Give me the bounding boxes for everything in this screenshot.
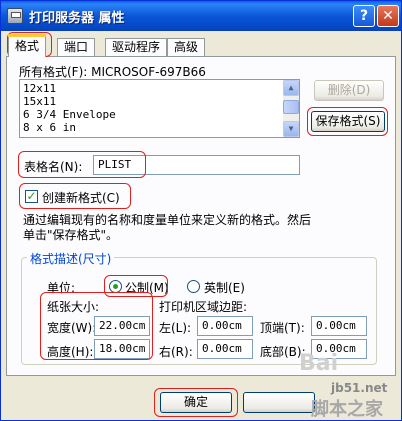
formats-list[interactable]: 12x11 15x11 6 3/4 Envelope 8 x 6 in ▲ ▼ xyxy=(19,79,300,138)
save-format-button[interactable]: 保存格式(S) xyxy=(311,111,385,132)
create-format-label[interactable]: 创建新格式(C) xyxy=(42,189,120,206)
list-item[interactable]: 6 3/4 Envelope xyxy=(23,108,116,121)
print-server-properties-dialog: 打印服务器 属性 ? ✕ 格式 端口 驱动程序 高级 所有格式(F): MICR… xyxy=(0,0,402,421)
help-button[interactable]: ? xyxy=(353,5,375,27)
tab-ports[interactable]: 端口 xyxy=(57,38,96,57)
tab-drivers[interactable]: 驱动程序 xyxy=(105,38,168,57)
baidu-watermark: Bai xyxy=(299,351,339,376)
list-item[interactable]: 8 x 6 in xyxy=(23,121,76,134)
right-margin-input[interactable]: 0.00cm xyxy=(197,339,253,359)
tab-formats[interactable]: 格式 xyxy=(7,34,47,57)
ok-button[interactable]: 确定 xyxy=(160,392,232,413)
metric-label[interactable]: 公制(M) xyxy=(125,279,169,296)
top-margin-label: 顶端(T): xyxy=(260,321,305,335)
delete-button[interactable]: 删除(D) xyxy=(314,80,384,101)
title-bar[interactable]: 打印服务器 属性 ? ✕ xyxy=(1,1,401,31)
height-input[interactable]: 18.00cm xyxy=(94,339,150,359)
form-name-input[interactable]: PLIST xyxy=(93,155,300,175)
metric-radio[interactable] xyxy=(109,280,122,293)
top-margin-input[interactable]: 0.00cm xyxy=(311,316,367,336)
all-formats-label: 所有格式(F): MICROSOF-697B66 xyxy=(19,65,206,79)
list-scrollbar[interactable]: ▲ ▼ xyxy=(283,80,299,137)
scroll-down-icon[interactable]: ▼ xyxy=(283,121,299,137)
format-description-title: 格式描述(尺寸) xyxy=(27,250,115,267)
close-button[interactable]: ✕ xyxy=(377,5,399,27)
window-title: 打印服务器 属性 xyxy=(29,11,125,26)
height-label: 高度(H): xyxy=(47,345,94,359)
printer-icon xyxy=(7,8,23,24)
site-watermark: jb51.net xyxy=(331,381,388,395)
paper-size-label: 纸张大小: xyxy=(47,300,100,314)
width-label: 宽度(W): xyxy=(47,321,97,335)
tab-advanced[interactable]: 高级 xyxy=(167,38,206,57)
form-name-label: 表格名(N): xyxy=(24,160,83,174)
left-margin-input[interactable]: 0.00cm xyxy=(197,316,253,336)
right-margin-label: 右(R): xyxy=(159,345,193,359)
scroll-thumb[interactable] xyxy=(283,100,299,114)
imperial-radio[interactable] xyxy=(187,280,200,293)
hint-text: 通过编辑现有的名称和度量单位来定义新的格式。然后单击"保存格式"。 xyxy=(23,213,312,242)
create-format-checkbox[interactable]: ✓ xyxy=(25,190,38,203)
brand-watermark: 脚本之家 xyxy=(311,399,383,420)
margins-label: 打印机区域边距: xyxy=(159,300,248,314)
left-margin-label: 左(L): xyxy=(159,321,192,335)
imperial-label[interactable]: 英制(E) xyxy=(204,279,245,296)
list-item[interactable]: 15x11 xyxy=(23,95,56,108)
cancel-button[interactable] xyxy=(243,392,315,413)
scroll-up-icon[interactable]: ▲ xyxy=(283,80,299,96)
unit-label: 单位: xyxy=(47,281,76,295)
list-item[interactable]: 12x11 xyxy=(23,82,56,95)
width-input[interactable]: 22.00cm xyxy=(94,316,150,336)
